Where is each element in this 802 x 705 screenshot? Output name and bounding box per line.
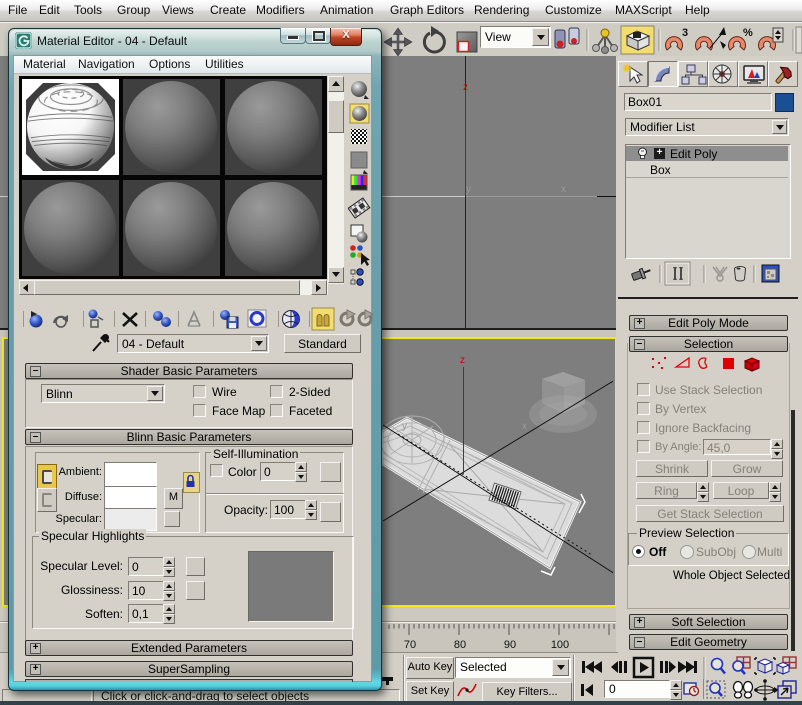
- svg-text:70: 70: [404, 639, 416, 651]
- svg-text:x: x: [522, 421, 527, 432]
- svg-text:z: z: [460, 355, 465, 366]
- svg-text:100: 100: [551, 639, 569, 651]
- svg-text:3: 3: [682, 27, 688, 39]
- svg-text:80: 80: [454, 639, 466, 651]
- svg-text:%: %: [743, 27, 753, 39]
- svg-text:y: y: [402, 421, 407, 432]
- svg-text:90: 90: [504, 639, 516, 651]
